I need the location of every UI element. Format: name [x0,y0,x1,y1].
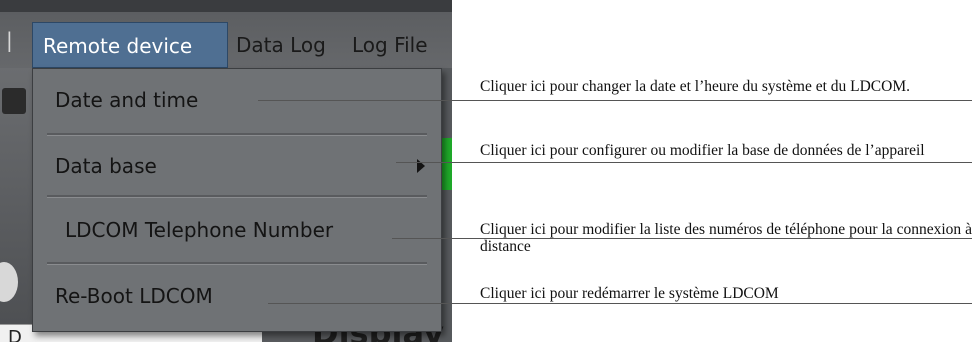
menu-item-label: LDCOM Telephone Number [65,218,334,242]
field-text: D [8,327,22,342]
callout-line [396,162,972,163]
remote-device-dropdown: Date and time Data base LDCOM Telephone … [32,68,442,332]
menu-remote-device[interactable]: Remote device [32,22,228,68]
menu-divider [47,133,427,136]
menu-item-label: Data base [55,154,157,178]
menu-divider [47,262,427,265]
menu-log-file[interactable]: Log File [352,22,428,68]
callout-line [268,303,972,304]
annotation-date-time: Cliquer ici pour changer la date et l’he… [480,78,910,95]
toolbar-icon [2,88,26,114]
menu-item-reboot-ldcom[interactable]: Re-Boot LDCOM [33,271,441,321]
menu-divider [47,195,427,198]
callout-line [258,100,972,101]
annotation-reboot: Cliquer ici pour redémarrer le système L… [480,285,779,302]
menu-item-label: Re-Boot LDCOM [55,284,213,308]
menu-item-ldcom-telephone-number[interactable]: LDCOM Telephone Number [33,205,441,255]
menu-item-data-base[interactable]: Data base [33,141,441,191]
menu-bar: | Remote device Data Log Log File [0,0,452,68]
annotation-data-base: Cliquer ici pour configurer ou modifier … [480,142,925,159]
menu-separator: | [6,28,13,52]
annotation-telephone: Cliquer ici pour modifier la liste des n… [480,221,972,255]
screenshot-region: | Remote device Data Log Log File D Disp… [0,0,452,342]
menu-data-log[interactable]: Data Log [236,22,326,68]
menu-item-label: Date and time [55,88,199,112]
